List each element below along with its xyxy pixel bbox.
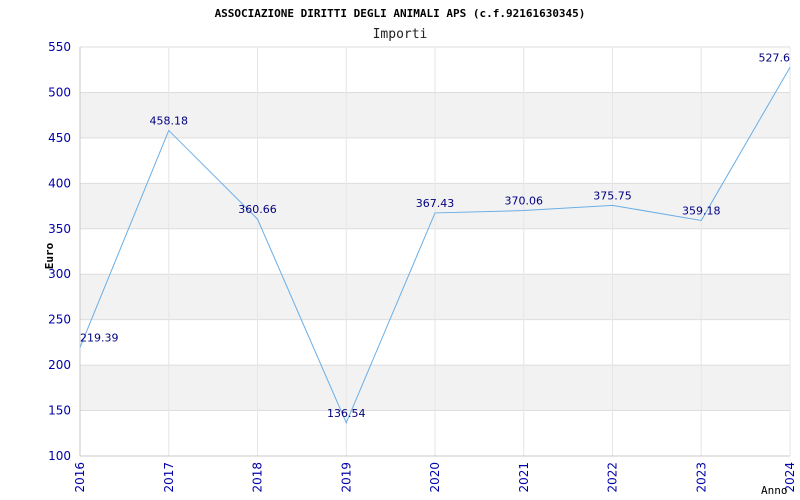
data-label: 219.39 — [80, 331, 119, 344]
y-tick-label: 400 — [48, 176, 71, 190]
data-label: 136.54 — [327, 407, 366, 420]
y-tick-label: 200 — [48, 358, 71, 372]
x-tick-labels: 2016 2017 2018 2019 2020 2021 2022 2023 2024 — [73, 462, 797, 493]
data-label: 370.06 — [505, 195, 544, 208]
line-chart: ASSOCIAZIONE DIRITTI DEGLI ANIMALI APS (… — [43, 7, 797, 497]
y-tick-label: 100 — [48, 449, 71, 463]
y-axis-label: Euro — [43, 242, 56, 269]
y-tick-label: 350 — [48, 222, 71, 236]
x-tick-label: 2021 — [517, 462, 531, 493]
data-label: 527.6 — [759, 51, 791, 64]
data-label: 367.43 — [416, 197, 455, 210]
chart-title: ASSOCIAZIONE DIRITTI DEGLI ANIMALI APS (… — [215, 7, 586, 20]
data-label: 458.18 — [150, 114, 189, 127]
x-tick-label: 2019 — [339, 462, 353, 493]
x-tick-label: 2016 — [73, 462, 87, 493]
chart-subtitle: Importi — [373, 27, 428, 42]
y-tick-label: 250 — [48, 313, 71, 327]
y-tick-label: 450 — [48, 131, 71, 145]
data-label: 375.75 — [593, 189, 632, 202]
data-label: 359.18 — [682, 204, 721, 217]
x-tick-label: 2017 — [162, 462, 176, 493]
x-tick-label: 2018 — [251, 462, 265, 493]
x-axis-label: Anno — [761, 484, 788, 497]
x-tick-label: 2022 — [606, 462, 620, 493]
data-label: 360.66 — [238, 203, 277, 216]
x-tick-label: 2020 — [428, 462, 442, 493]
y-tick-label: 150 — [48, 404, 71, 418]
y-tick-label: 500 — [48, 85, 71, 99]
x-tick-label: 2023 — [694, 462, 708, 493]
y-tick-label: 550 — [48, 40, 71, 54]
